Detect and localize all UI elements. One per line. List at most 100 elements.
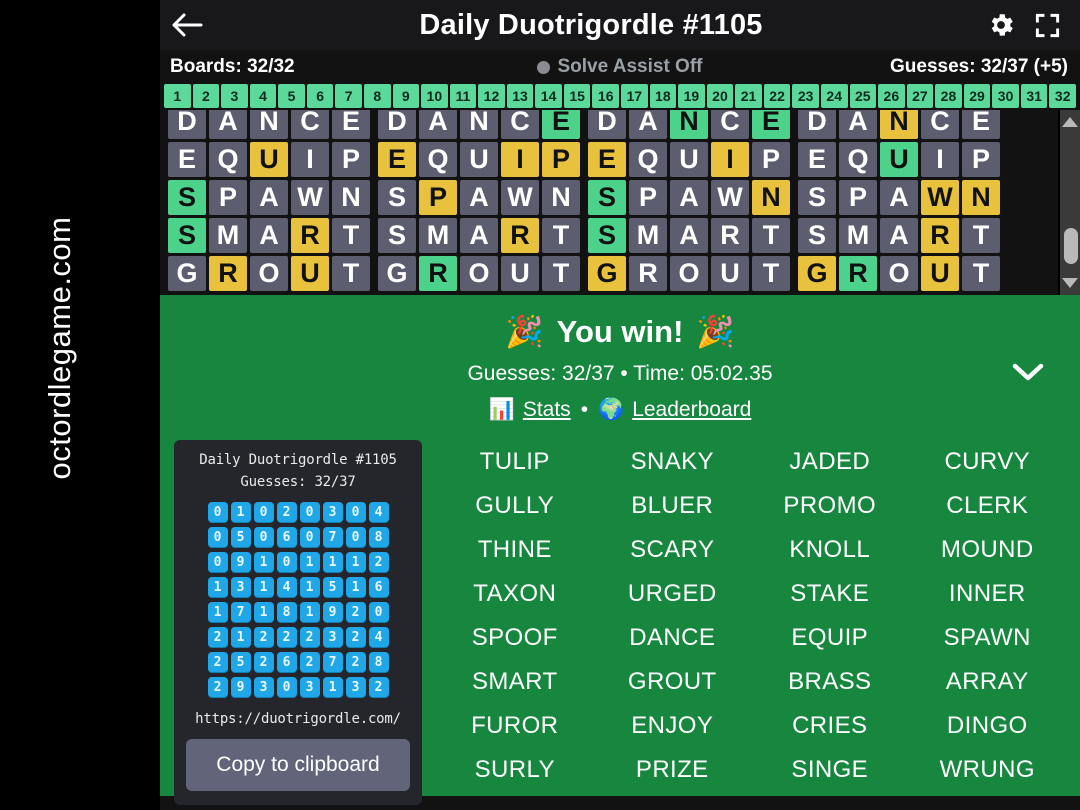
letter-tile: Q — [629, 142, 667, 177]
board-number-chip[interactable]: 28 — [935, 84, 962, 108]
share-emoji-digit-tile: 2 — [299, 652, 320, 672]
letter-tile: O — [880, 256, 918, 291]
board-number-chip[interactable]: 11 — [449, 84, 477, 108]
answer-word[interactable]: CRIES — [751, 704, 909, 748]
gear-icon — [991, 14, 1013, 36]
answer-word[interactable]: CLERK — [909, 484, 1067, 528]
answer-word[interactable]: GROUT — [594, 660, 752, 704]
letter-tile: D — [588, 110, 626, 139]
answer-word[interactable]: KNOLL — [751, 528, 909, 572]
answer-word[interactable]: SINGE — [751, 748, 909, 792]
share-emoji-digit-tile: 1 — [345, 577, 366, 597]
board-number-chip[interactable]: 32 — [1049, 84, 1076, 108]
letter-tile: T — [542, 256, 580, 291]
answer-word[interactable]: TULIP — [436, 440, 594, 484]
board-number-chip[interactable]: 6 — [306, 84, 334, 108]
fullscreen-button[interactable] — [1028, 6, 1066, 44]
share-emoji-digit-tile: 0 — [253, 502, 274, 522]
board-number-chip[interactable]: 14 — [535, 84, 562, 108]
status-bar: Boards: 32/32 Solve Assist Off Guesses: … — [160, 50, 1080, 84]
letter-tile: C — [291, 110, 329, 139]
share-card-guesses: Guesses: 32/37 — [240, 474, 356, 490]
answer-word[interactable]: CURVY — [909, 440, 1067, 484]
board-number-chip[interactable]: 16 — [592, 84, 619, 108]
board-row: DANCE — [798, 110, 1000, 139]
scroll-down-arrow-icon[interactable] — [1062, 278, 1078, 288]
answer-word[interactable]: DINGO — [909, 704, 1067, 748]
answer-word[interactable]: PRIZE — [594, 748, 752, 792]
board-number-chip[interactable]: 3 — [221, 84, 248, 108]
answer-word[interactable]: SNAKY — [594, 440, 752, 484]
share-emoji-digit-tile: 2 — [207, 627, 228, 647]
board-number-chip[interactable]: 21 — [735, 84, 762, 108]
board-number-chip[interactable]: 17 — [621, 84, 648, 108]
board-number-chip[interactable]: 4 — [249, 84, 277, 108]
settings-button[interactable] — [982, 6, 1020, 44]
board-number-chip[interactable]: 18 — [649, 84, 677, 108]
leaderboard-link[interactable]: Leaderboard — [632, 398, 751, 422]
board-number-chip[interactable]: 22 — [763, 84, 791, 108]
answer-word[interactable]: PROMO — [751, 484, 909, 528]
board-number-chip[interactable]: 23 — [792, 84, 819, 108]
board-number-chip[interactable]: 8 — [363, 84, 391, 108]
answer-word[interactable]: JADED — [751, 440, 909, 484]
share-emoji-digit-tile: 1 — [207, 577, 228, 597]
board-number-chip[interactable]: 15 — [563, 84, 591, 108]
letter-tile: I — [291, 142, 329, 177]
scrollbar-thumb[interactable] — [1064, 228, 1078, 264]
answer-word[interactable]: BRASS — [751, 660, 909, 704]
answer-word[interactable]: WRUNG — [909, 748, 1067, 792]
board-number-chip[interactable]: 9 — [392, 84, 420, 108]
share-emoji-digit-tile: 1 — [345, 552, 366, 572]
board-number-chip[interactable]: 27 — [906, 84, 934, 108]
letter-tile: P — [542, 142, 580, 177]
share-emoji-digit-tile: 6 — [276, 527, 297, 547]
answer-word[interactable]: SCARY — [594, 528, 752, 572]
board-number-chip[interactable]: 7 — [335, 84, 362, 108]
board-number-chip[interactable]: 20 — [706, 84, 734, 108]
board-number-chip[interactable]: 13 — [506, 84, 534, 108]
top-bar-actions — [982, 6, 1066, 44]
board-number-chip[interactable]: 30 — [992, 84, 1019, 108]
board-number-chip[interactable]: 24 — [820, 84, 848, 108]
board-number-chip[interactable]: 12 — [478, 84, 505, 108]
answer-word[interactable]: DANCE — [594, 616, 752, 660]
board-number-chip[interactable]: 5 — [278, 84, 305, 108]
answer-word[interactable]: GULLY — [436, 484, 594, 528]
board-number-chip[interactable]: 1 — [164, 84, 191, 108]
board-number-chip[interactable]: 25 — [849, 84, 877, 108]
answer-word[interactable]: SMART — [436, 660, 594, 704]
answer-word[interactable]: THINE — [436, 528, 594, 572]
answer-word[interactable]: ARRAY — [909, 660, 1067, 704]
boards-scroll-area[interactable]: DANCEEQUIPSPAWNSMARTGROUTDANCEEQUIPSPAWN… — [160, 110, 1058, 295]
share-emoji-digit-tile: 2 — [345, 652, 366, 672]
board-row: SMART — [588, 218, 790, 253]
boards-scrollbar[interactable] — [1058, 110, 1080, 295]
board-number-chip[interactable]: 29 — [963, 84, 991, 108]
board-number-chip[interactable]: 26 — [878, 84, 905, 108]
collapse-banner-button[interactable] — [1002, 352, 1054, 392]
answer-word[interactable]: STAKE — [751, 572, 909, 616]
board-number-chip[interactable]: 10 — [421, 84, 448, 108]
answer-word[interactable]: SPOOF — [436, 616, 594, 660]
board-number-chip[interactable]: 31 — [1020, 84, 1048, 108]
answer-word[interactable]: ENJOY — [594, 704, 752, 748]
answer-word[interactable]: SPAWN — [909, 616, 1067, 660]
answer-word[interactable]: SURLY — [436, 748, 594, 792]
answer-word[interactable]: FUROR — [436, 704, 594, 748]
solve-assist-toggle[interactable]: Solve Assist Off — [456, 56, 784, 78]
copy-to-clipboard-button[interactable]: Copy to clipboard — [186, 739, 410, 791]
scroll-up-arrow-icon[interactable] — [1062, 117, 1078, 127]
answer-word[interactable]: BLUER — [594, 484, 752, 528]
letter-tile: P — [629, 180, 667, 215]
answer-word[interactable]: EQUIP — [751, 616, 909, 660]
board-number-chip[interactable]: 19 — [678, 84, 705, 108]
letter-tile: N — [332, 180, 370, 215]
letter-tile: R — [921, 218, 959, 253]
answer-word[interactable]: INNER — [909, 572, 1067, 616]
board-number-chip[interactable]: 2 — [192, 84, 220, 108]
answer-word[interactable]: URGED — [594, 572, 752, 616]
answer-word[interactable]: TAXON — [436, 572, 594, 616]
stats-link[interactable]: Stats — [523, 398, 571, 422]
answer-word[interactable]: MOUND — [909, 528, 1067, 572]
